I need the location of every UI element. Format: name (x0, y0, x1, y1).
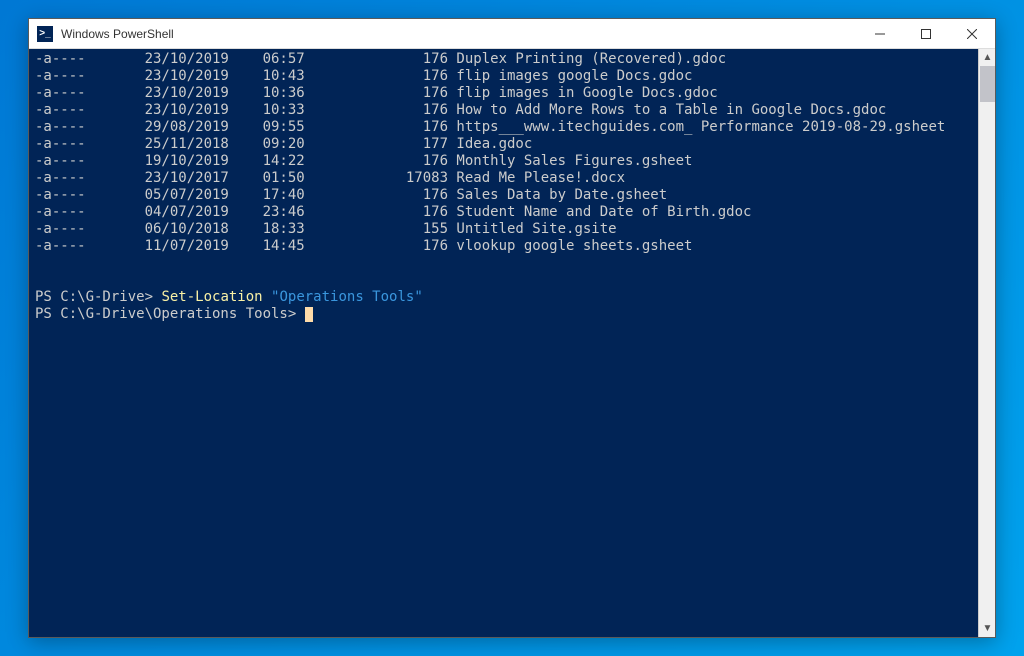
blank-line (35, 272, 972, 289)
file-row: -a---- 04/07/2019 23:46 176 Student Name… (35, 204, 972, 221)
file-row: -a---- 25/11/2018 09:20 177 Idea.gdoc (35, 136, 972, 153)
scroll-up-arrow[interactable]: ▲ (979, 49, 995, 66)
close-button[interactable] (949, 19, 995, 49)
titlebar[interactable]: >_ Windows PowerShell (29, 19, 995, 49)
file-row: -a---- 23/10/2019 10:43 176 flip images … (35, 68, 972, 85)
file-row: -a---- 19/10/2019 14:22 176 Monthly Sale… (35, 153, 972, 170)
file-row: -a---- 23/10/2019 06:57 176 Duplex Print… (35, 51, 972, 68)
maximize-button[interactable] (903, 19, 949, 49)
console-area: -a---- 23/10/2019 06:57 176 Duplex Print… (29, 49, 995, 637)
scroll-down-arrow[interactable]: ▼ (979, 620, 995, 637)
prompt-line: PS C:\G-Drive> Set-Location "Operations … (35, 289, 972, 306)
cmdlet-arg: "Operations Tools" (271, 289, 423, 305)
console-output[interactable]: -a---- 23/10/2019 06:57 176 Duplex Print… (29, 49, 978, 637)
cursor (305, 307, 313, 322)
file-row: -a---- 05/07/2019 17:40 176 Sales Data b… (35, 187, 972, 204)
scroll-thumb[interactable] (980, 66, 995, 102)
prompt-prefix: PS C:\G-Drive> (35, 289, 161, 305)
powershell-icon: >_ (37, 26, 53, 42)
minimize-button[interactable] (857, 19, 903, 49)
powershell-window: >_ Windows PowerShell -a---- 23/10/2019 … (28, 18, 996, 638)
file-row: -a---- 23/10/2019 10:36 176 flip images … (35, 85, 972, 102)
file-row: -a---- 11/07/2019 14:45 176 vlookup goog… (35, 238, 972, 255)
scrollbar[interactable]: ▲ ▼ (978, 49, 995, 637)
prompt-prefix: PS C:\G-Drive\Operations Tools> (35, 306, 305, 322)
window-controls (857, 19, 995, 49)
file-row: -a---- 29/08/2019 09:55 176 https___www.… (35, 119, 972, 136)
blank-line (35, 255, 972, 272)
cmdlet-name: Set-Location (161, 289, 262, 305)
window-title: Windows PowerShell (61, 27, 857, 41)
file-row: -a---- 06/10/2018 18:33 155 Untitled Sit… (35, 221, 972, 238)
file-row: -a---- 23/10/2019 10:33 176 How to Add M… (35, 102, 972, 119)
prompt-line: PS C:\G-Drive\Operations Tools> (35, 306, 972, 323)
file-row: -a---- 23/10/2017 01:50 17083 Read Me Pl… (35, 170, 972, 187)
